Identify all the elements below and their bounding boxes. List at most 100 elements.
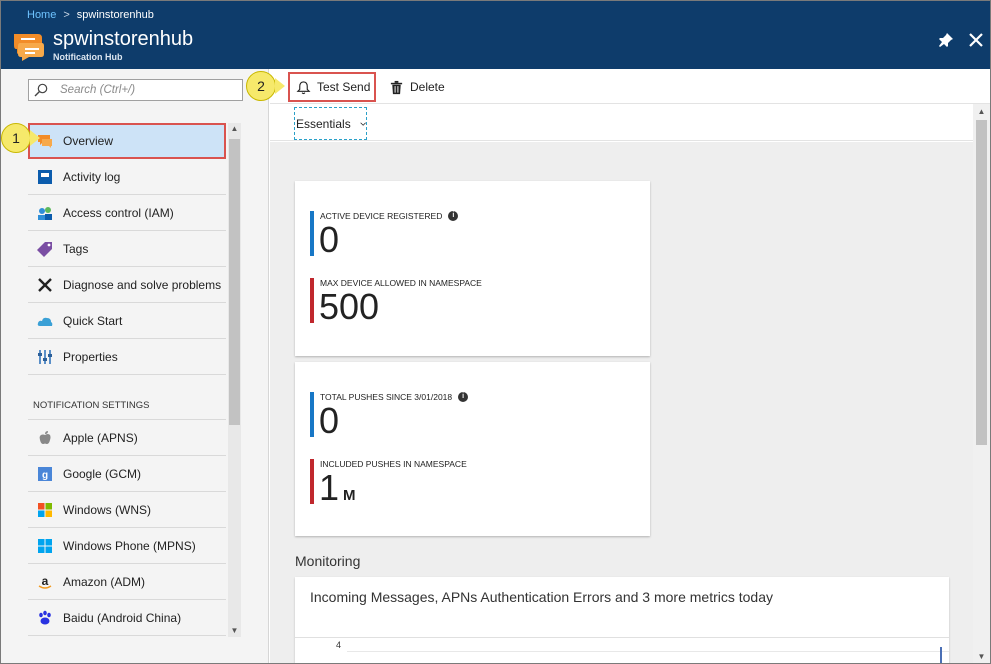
sidebar-item-amazon[interactable]: a Amazon (ADM)	[28, 564, 226, 600]
sidebar-item-label: Amazon (ADM)	[63, 575, 146, 589]
sidebar-item-google[interactable]: g Google (GCM)	[28, 456, 226, 492]
sidebar: Search (Ctrl+/) Overview Activity log Ac…	[1, 69, 269, 663]
monitoring-chart-title: Incoming Messages, APNs Authentication E…	[310, 589, 773, 605]
scrollbar-thumb[interactable]	[976, 120, 987, 445]
sidebar-item-activity-log[interactable]: Activity log	[28, 159, 226, 195]
svg-text:a: a	[42, 574, 49, 588]
sidebar-item-label: Tags	[63, 242, 89, 256]
push-metrics-card: TOTAL PUSHES SINCE 3/01/2018 i 0 INCLUDED…	[295, 362, 650, 536]
cloud-icon	[37, 317, 53, 326]
sidebar-item-label: Activity log	[63, 170, 121, 184]
close-button[interactable]	[965, 29, 987, 51]
essentials-label: Essentials	[296, 116, 351, 131]
sidebar-item-diagnose[interactable]: Diagnose and solve problems	[28, 267, 226, 303]
included-pushes-metric: INCLUDED PUSHES IN NAMESPACE 1M	[310, 459, 610, 509]
scroll-down-icon[interactable]: ▼	[973, 651, 990, 663]
info-icon[interactable]: i	[448, 211, 459, 221]
included-pushes-value: 1	[319, 467, 340, 508]
active-devices-metric: ACTIVE DEVICE REGISTERED i 0	[310, 211, 610, 261]
metric-bar	[310, 392, 314, 437]
delete-label: Delete	[410, 80, 445, 94]
sidebar-item-label: Quick Start	[63, 314, 123, 328]
trash-icon	[390, 80, 403, 94]
sidebar-item-baidu[interactable]: Baidu (Android China)	[28, 600, 226, 636]
amazon-icon: a	[38, 574, 52, 589]
baidu-icon	[39, 610, 51, 625]
test-send-button[interactable]: Test Send	[288, 72, 376, 102]
sidebar-item-windows-phone[interactable]: Windows Phone (MPNS)	[28, 528, 226, 564]
sidebar-item-label: Windows (WNS)	[63, 503, 152, 517]
sidebar-item-windows[interactable]: Windows (WNS)	[28, 492, 226, 528]
chart-divider	[295, 637, 949, 638]
search-input[interactable]: Search (Ctrl+/)	[28, 79, 243, 101]
notification-hub-logo-icon	[14, 34, 44, 61]
people-icon	[38, 207, 52, 220]
step-callout-1: 1	[1, 123, 31, 153]
metric-label: TOTAL PUSHES SINCE 3/01/2018 i	[320, 392, 469, 402]
sidebar-item-label: Google (GCM)	[63, 467, 142, 481]
max-devices-value: 500	[319, 286, 380, 327]
breadcrumb-separator: >	[63, 9, 70, 21]
sidebar-item-label: Baidu (Android China)	[63, 611, 182, 625]
test-send-label: Test Send	[317, 80, 371, 94]
scroll-up-icon[interactable]: ▲	[973, 106, 990, 118]
y-axis-tick: 4	[336, 640, 342, 650]
windows-icon	[38, 503, 52, 517]
blade-header: Home > spwinstorenhub spwinstorenhub Notif…	[1, 1, 990, 69]
tag-icon	[37, 242, 52, 257]
step-callout-2-pointer	[275, 78, 285, 94]
monitoring-chart-card[interactable]: Incoming Messages, APNs Authentication E…	[295, 577, 949, 663]
breadcrumb-home-link[interactable]: Home	[27, 9, 56, 21]
essentials-toggle[interactable]: Essentials	[294, 107, 367, 140]
section-header-notification-settings: NOTIFICATION SETTINGS	[28, 375, 226, 420]
sidebar-item-tags[interactable]: Tags	[28, 231, 226, 267]
sidebar-item-label: Overview	[63, 134, 114, 148]
sidebar-nav: Overview Activity log Access control (IA…	[28, 123, 226, 636]
wrench-icon	[38, 278, 52, 292]
step-callout-1-pointer	[30, 130, 40, 146]
sidebar-item-properties[interactable]: Properties	[28, 339, 226, 375]
svg-text:g: g	[42, 470, 48, 481]
close-icon	[969, 33, 983, 47]
active-devices-value: 0	[319, 219, 340, 260]
app-window: Home > spwinstorenhub spwinstorenhub Notif…	[0, 0, 991, 664]
activity-log-icon	[38, 170, 52, 184]
breadcrumb-current: spwinstorenhub	[76, 9, 154, 21]
sidebar-item-quick-start[interactable]: Quick Start	[28, 303, 226, 339]
included-pushes-unit: M	[343, 487, 356, 504]
gridline	[347, 651, 949, 652]
chevron-down-icon	[360, 121, 366, 126]
scrollbar-thumb[interactable]	[229, 139, 240, 425]
max-devices-metric: MAX DEVICE ALLOWED IN NAMESPACE 500	[310, 278, 610, 328]
monitoring-title: Monitoring	[295, 553, 361, 569]
metric-bar	[310, 211, 314, 256]
info-icon[interactable]: i	[458, 392, 469, 402]
search-placeholder: Search (Ctrl+/)	[60, 84, 136, 96]
main-scrollbar[interactable]: ▲ ▼	[973, 104, 990, 663]
total-pushes-label: TOTAL PUSHES SINCE 3/01/2018	[320, 392, 453, 402]
metric-bar	[310, 278, 314, 323]
breadcrumb: Home > spwinstorenhub	[27, 9, 154, 21]
command-bar: Test Send Delete	[270, 69, 990, 104]
delete-button[interactable]: Delete	[387, 72, 445, 102]
included-pushes-value-wrap: 1M	[319, 467, 356, 509]
windows-phone-icon	[38, 539, 52, 553]
step-callout-2: 2	[246, 71, 276, 101]
sidebar-item-label: Windows Phone (MPNS)	[63, 539, 196, 553]
scroll-up-icon[interactable]: ▲	[228, 123, 241, 135]
sidebar-item-label: Access control (IAM)	[63, 206, 174, 220]
sidebar-item-overview[interactable]: Overview	[28, 123, 226, 159]
sidebar-scrollbar[interactable]: ▲ ▼	[228, 123, 241, 637]
pin-icon	[939, 33, 953, 47]
section-header-label: NOTIFICATION SETTINGS	[33, 400, 150, 411]
total-pushes-value: 0	[319, 400, 340, 441]
sidebar-item-apple[interactable]: Apple (APNS)	[28, 420, 226, 456]
total-pushes-metric: TOTAL PUSHES SINCE 3/01/2018 i 0	[310, 392, 610, 442]
google-icon: g	[38, 467, 52, 481]
main-content: Test Send Delete Essentials ACTIVE DEVIC…	[270, 69, 990, 663]
scroll-down-icon[interactable]: ▼	[228, 625, 241, 637]
pin-button[interactable]	[935, 29, 957, 51]
device-metrics-card: ACTIVE DEVICE REGISTERED i 0 MAX DEVICE A…	[295, 181, 650, 356]
metric-label: ACTIVE DEVICE REGISTERED i	[320, 211, 459, 221]
sidebar-item-access-control[interactable]: Access control (IAM)	[28, 195, 226, 231]
